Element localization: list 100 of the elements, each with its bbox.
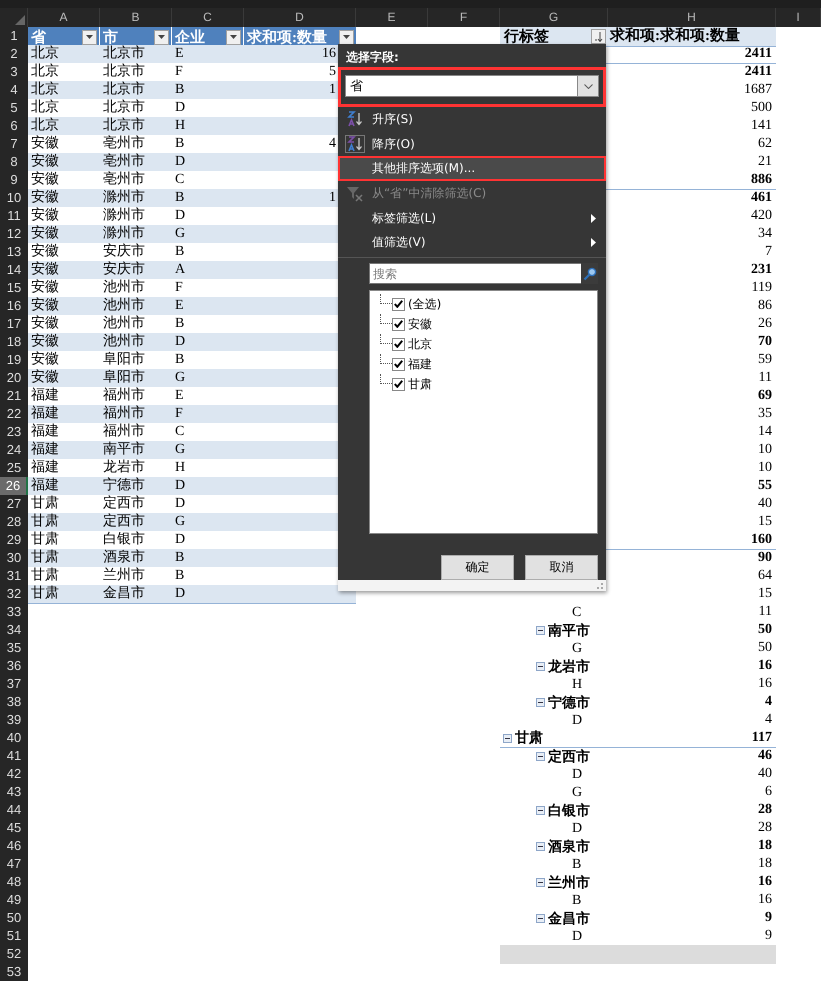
search-field[interactable]: 搜索 (369, 263, 581, 284)
menu-item[interactable]: 降序(O) (338, 132, 606, 156)
row-header[interactable]: 12 (0, 225, 28, 244)
row-header[interactable]: 5 (0, 99, 28, 118)
row-header[interactable]: 52 (0, 945, 28, 964)
collapse-icon[interactable] (536, 698, 545, 707)
pivot-value: 2411 (744, 63, 773, 81)
checkbox[interactable] (392, 318, 405, 331)
collapse-icon[interactable] (536, 842, 545, 851)
row-header[interactable]: 13 (0, 243, 28, 262)
field-select[interactable]: 省 (345, 75, 577, 97)
pivot-row-label: G (572, 784, 582, 800)
column-header[interactable]: E (356, 8, 428, 27)
collapse-icon[interactable] (536, 752, 545, 761)
row-header[interactable]: 27 (0, 495, 28, 514)
column-header[interactable]: F (428, 8, 500, 27)
row-header[interactable]: 44 (0, 801, 28, 820)
row-header[interactable]: 3 (0, 63, 28, 82)
pivot-value: 46 (757, 747, 773, 765)
collapse-icon[interactable] (536, 806, 545, 815)
row-header[interactable]: 37 (0, 675, 28, 694)
row-header[interactable]: 31 (0, 567, 28, 586)
row-header[interactable]: 6 (0, 117, 28, 136)
row-header[interactable]: 17 (0, 315, 28, 334)
menu-item[interactable]: 其他排序选项(M)... (338, 156, 606, 182)
row-header[interactable]: 14 (0, 261, 28, 280)
menu-item[interactable]: 升序(S) (338, 107, 606, 132)
row-header[interactable]: 53 (0, 963, 28, 981)
row-header[interactable]: 45 (0, 819, 28, 838)
row-header[interactable]: 36 (0, 657, 28, 676)
row-header[interactable]: 23 (0, 423, 28, 442)
row-header[interactable]: 4 (0, 81, 28, 100)
row-header[interactable]: 40 (0, 729, 28, 748)
table-cell-text: 北京市 (102, 63, 146, 81)
row-header[interactable]: 16 (0, 297, 28, 316)
menu-item[interactable]: 值筛选(V) (338, 230, 606, 256)
row-header[interactable]: 20 (0, 369, 28, 388)
table-cell-text: B (174, 315, 186, 333)
row-header[interactable]: 34 (0, 621, 28, 640)
sort-filter-button[interactable] (591, 29, 606, 44)
resize-grip-icon[interactable] (596, 582, 604, 590)
dialog-button[interactable]: 确定 (441, 555, 514, 580)
row-header[interactable]: 24 (0, 441, 28, 460)
row-header[interactable]: 2 (0, 45, 28, 64)
row-header[interactable]: 48 (0, 873, 28, 892)
row-header[interactable]: 35 (0, 639, 28, 658)
row-header[interactable]: 8 (0, 153, 28, 172)
table-cell-text: 安庆市 (102, 261, 146, 279)
row-header[interactable]: 25 (0, 459, 28, 478)
checkbox[interactable] (392, 358, 405, 371)
pivot-value: 40 (757, 495, 773, 513)
filter-dropdown[interactable] (226, 30, 241, 44)
row-header[interactable]: 33 (0, 603, 28, 622)
row-header[interactable]: 42 (0, 765, 28, 784)
pivot-value: 18 (757, 837, 773, 855)
row-header[interactable]: 18 (0, 333, 28, 352)
filter-dropdown[interactable] (82, 30, 97, 44)
row-header[interactable]: 50 (0, 909, 28, 928)
collapse-icon[interactable] (536, 626, 545, 635)
row-header[interactable]: 26 (0, 477, 28, 496)
collapse-icon[interactable] (536, 878, 545, 887)
row-header[interactable]: 11 (0, 207, 28, 226)
checkbox[interactable] (392, 338, 405, 351)
row-header[interactable]: 32 (0, 585, 28, 604)
row-header[interactable]: 39 (0, 711, 28, 730)
row-header[interactable]: 7 (0, 135, 28, 154)
row-header[interactable]: 43 (0, 783, 28, 802)
search-icon[interactable] (581, 263, 598, 284)
row-header[interactable]: 29 (0, 531, 28, 550)
row-header[interactable]: 15 (0, 279, 28, 298)
checkbox[interactable] (392, 378, 405, 391)
row-header[interactable]: 51 (0, 927, 28, 946)
pivot-value: 886 (608, 171, 776, 190)
row-header[interactable]: 19 (0, 351, 28, 370)
row-header[interactable]: 47 (0, 855, 28, 874)
row-header[interactable]: 22 (0, 405, 28, 424)
row-header[interactable]: 38 (0, 693, 28, 712)
row-header[interactable]: 49 (0, 891, 28, 910)
checkbox[interactable] (392, 298, 405, 311)
collapse-icon[interactable] (536, 914, 545, 923)
collapse-icon[interactable] (536, 662, 545, 671)
row-header[interactable]: 30 (0, 549, 28, 568)
row-header[interactable]: 46 (0, 837, 28, 856)
table-cell-text: G (174, 513, 186, 531)
filter-dropdown[interactable] (154, 30, 169, 44)
row-header[interactable]: 41 (0, 747, 28, 766)
column-header[interactable]: I (776, 8, 821, 27)
menu-item[interactable]: 标签筛选(L) (338, 206, 606, 231)
row-header[interactable]: 1 (0, 27, 28, 47)
row-header[interactable]: 21 (0, 387, 28, 406)
dropdown-button[interactable] (577, 75, 599, 97)
row-header[interactable]: 28 (0, 513, 28, 532)
collapse-icon[interactable] (503, 734, 512, 742)
dialog-button[interactable]: 取消 (525, 555, 598, 580)
row-header[interactable]: 9 (0, 171, 28, 190)
table-cell-text: D (174, 333, 186, 351)
pivot-value: 16 (757, 873, 773, 891)
select-all-icon[interactable] (15, 15, 25, 25)
filter-dropdown[interactable] (339, 30, 354, 44)
row-header[interactable]: 10 (0, 189, 28, 208)
